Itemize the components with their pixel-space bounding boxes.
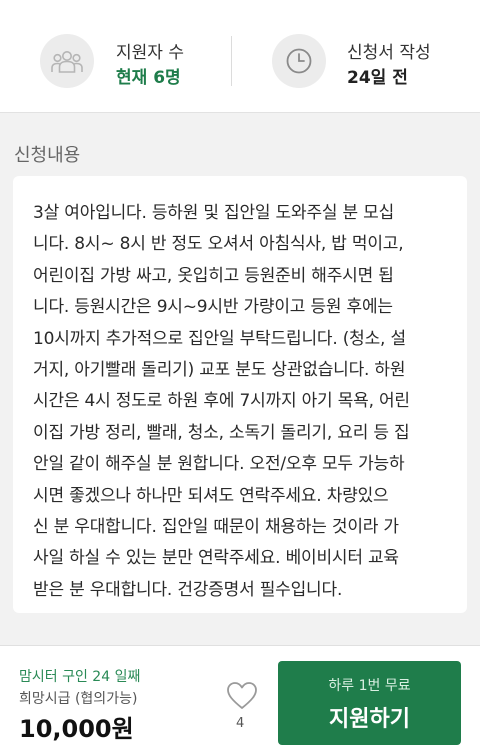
posted-ago: 24일 전	[347, 68, 408, 88]
job-duration: 맘시터 구인 24 일째	[19, 669, 141, 685]
content-line: 신 분 우대합니다. 집안일 때문이 채용하는 것이라 가	[33, 517, 399, 538]
request-content-text: 3살 여아입니다. 등하원 및 집안일 도와주실 분 모십 니다. 8시~ 8시…	[33, 198, 443, 606]
content-line: 이집 가방 정리, 빨래, 청소, 소독기 돌리기, 요리 등 집	[33, 422, 410, 443]
content-line: 거지, 아기빨래 돌리기) 교포 분도 상관없습니다. 하원	[33, 360, 406, 381]
apply-button[interactable]: 하루 1번 무료 지원하기	[278, 661, 461, 745]
content-line: 안일 같이 해주실 분 원합니다. 오전/오후 모두 가능하	[33, 454, 405, 475]
content-line: 10시까지 추가적으로 집안일 부탁드립니다. (청소, 설	[33, 328, 406, 349]
content-line: 시면 좋겠으나 하나만 되셔도 연락주세요. 차량있으	[33, 485, 389, 506]
content-line: 어린이집 가방 싸고, 옷입히고 등원준비 해주시면 됩	[33, 265, 394, 286]
content-line: 니다. 등원시간은 9시~9시반 가량이고 등원 후에는	[33, 297, 393, 318]
clock-icon	[272, 34, 326, 88]
section-title: 신청내용	[14, 145, 81, 166]
request-content-card: 3살 여아입니다. 등하원 및 집안일 도와주실 분 모십 니다. 8시~ 8시…	[13, 176, 467, 613]
content-line: 니다. 8시~ 8시 반 정도 오셔서 아침식사, 밥 먹이고,	[33, 234, 404, 255]
content-line: 3살 여아입니다. 등하원 및 집안일 도와주실 분 모십	[33, 203, 395, 223]
like-count: 4	[236, 716, 245, 731]
people-icon	[40, 34, 94, 88]
wage-label: 희망시급 (협의가능)	[19, 691, 138, 707]
posted-label: 신청서 작성	[347, 43, 431, 63]
heart-icon[interactable]	[224, 678, 260, 714]
applicants-count: 현재 6명	[116, 68, 181, 88]
hourly-wage: 10,000원	[19, 715, 134, 743]
stats-divider	[231, 36, 232, 86]
content-line: 시간은 4시 정도로 하원 후에 7시까지 아기 목욕, 어린	[33, 391, 410, 412]
apply-button-sublabel: 하루 1번 무료	[328, 678, 411, 694]
applicants-label: 지원자 수	[116, 43, 184, 63]
stats-header: 지원자 수 현재 6명 신청서 작성 24일 전	[0, 0, 480, 113]
content-line: 사일 하실 수 있는 분만 연락주세요. 베이비시터 교육	[33, 548, 399, 569]
content-line: 받은 분 우대합니다. 건강증명서 필수입니다.	[33, 579, 343, 600]
bottom-action-bar: 맘시터 구인 24 일째 희망시급 (협의가능) 10,000원 4 하루 1번…	[0, 645, 480, 754]
apply-button-label: 지원하기	[329, 707, 410, 732]
